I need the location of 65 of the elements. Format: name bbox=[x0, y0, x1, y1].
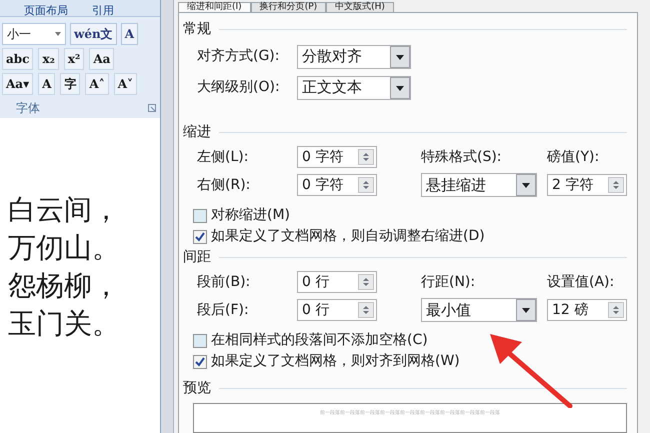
checkbox[interactable] bbox=[193, 334, 207, 348]
field-label: 设置值(A): bbox=[547, 272, 614, 292]
checkbox-label[interactable]: 如果定义了文档网格，则对齐到网格(W) bbox=[211, 351, 460, 372]
dialog-tab[interactable]: 换行和分页(P) bbox=[250, 2, 326, 12]
spinner-arrows-icon[interactable] bbox=[608, 177, 624, 193]
document-text: 万仞山。 bbox=[8, 232, 121, 264]
spinner-field[interactable]: 12 磅 bbox=[547, 299, 627, 321]
spinner-arrows-icon[interactable] bbox=[608, 302, 624, 318]
ribbon-tab[interactable]: 页面布局 bbox=[24, 5, 68, 16]
field-label: 磅值(Y): bbox=[547, 148, 600, 166]
field-label: 对齐方式(G): bbox=[196, 47, 280, 66]
checkmark-icon bbox=[195, 356, 205, 366]
spinner-arrows-icon[interactable] bbox=[358, 302, 374, 318]
document-text: 白云间， bbox=[8, 194, 121, 226]
group-label: 字体 bbox=[16, 100, 40, 117]
ribbon-button[interactable]: A˅ bbox=[114, 73, 138, 95]
ribbon-button[interactable]: wén文 bbox=[70, 23, 117, 45]
ribbon-button[interactable]: A bbox=[38, 73, 56, 95]
field-label: 大纲级别(O): bbox=[196, 78, 281, 97]
ribbon-button[interactable]: Aa▾ bbox=[2, 73, 34, 95]
ribbon-button[interactable]: A˄ bbox=[85, 73, 109, 95]
field-label: 右侧(R): bbox=[196, 176, 252, 194]
ribbon-button[interactable]: Aa bbox=[89, 48, 114, 70]
document-text: 玉门关。 bbox=[8, 308, 121, 340]
ribbon-button[interactable]: abc bbox=[2, 48, 34, 70]
spinner-field[interactable]: 2 字符 bbox=[547, 174, 627, 196]
section-title: 预览 bbox=[183, 379, 211, 398]
spinner-field[interactable]: 0 行 bbox=[297, 271, 377, 293]
checkbox[interactable] bbox=[193, 354, 207, 368]
checkbox[interactable] bbox=[193, 230, 207, 244]
ribbon-button[interactable]: x₂ bbox=[38, 48, 59, 70]
section-title: 间距 bbox=[183, 248, 211, 267]
spinner-field[interactable]: 0 行 bbox=[297, 299, 377, 321]
checkbox-label[interactable]: 在相同样式的段落间不添加空格(C) bbox=[211, 330, 428, 351]
field-label: 段后(F): bbox=[196, 300, 250, 320]
document-text: 怨杨柳， bbox=[8, 270, 121, 302]
field-label: 左侧(L): bbox=[196, 148, 250, 166]
checkbox-label[interactable]: 对称缩进(M) bbox=[211, 205, 290, 226]
field-label: 特殊格式(S): bbox=[421, 148, 503, 166]
dropdown-field[interactable]: 最小值 bbox=[421, 298, 537, 322]
field-label: 段前(B): bbox=[196, 272, 252, 292]
font-size-field[interactable]: 小一 bbox=[2, 23, 66, 45]
ribbon-button[interactable]: x² bbox=[64, 48, 84, 70]
dropdown-field[interactable]: 分散对齐 bbox=[297, 44, 411, 68]
dialog-tab[interactable]: 缩进和间距(I) bbox=[178, 2, 251, 12]
scrollbar[interactable] bbox=[160, 0, 174, 433]
caret-icon bbox=[55, 32, 61, 36]
dialog-tab[interactable]: 中文版式(H) bbox=[326, 2, 394, 12]
section-title: 缩进 bbox=[183, 123, 211, 142]
ribbon-button[interactable]: 字 bbox=[60, 73, 80, 95]
section-title: 常规 bbox=[183, 20, 211, 39]
dropdown-field[interactable]: 正文文本 bbox=[297, 76, 411, 100]
field-label: 行距(N): bbox=[421, 272, 476, 292]
dropdown-field[interactable]: 悬挂缩进 bbox=[421, 173, 537, 197]
spinner-arrows-icon[interactable] bbox=[358, 274, 374, 290]
spinner-arrows-icon[interactable] bbox=[358, 177, 374, 193]
checkbox[interactable] bbox=[193, 208, 207, 222]
spinner-field[interactable]: 0 字符 bbox=[297, 146, 377, 168]
dialog-launcher-icon[interactable] bbox=[148, 104, 156, 112]
ribbon-button[interactable]: A bbox=[120, 23, 138, 45]
checkbox-label[interactable]: 如果定义了文档网格，则自动调整右缩进(D) bbox=[211, 226, 485, 247]
ribbon-tab[interactable]: 引用 bbox=[92, 5, 114, 16]
checkmark-icon bbox=[195, 232, 205, 242]
spinner-arrows-icon[interactable] bbox=[358, 149, 374, 165]
spinner-field[interactable]: 0 字符 bbox=[297, 174, 377, 196]
